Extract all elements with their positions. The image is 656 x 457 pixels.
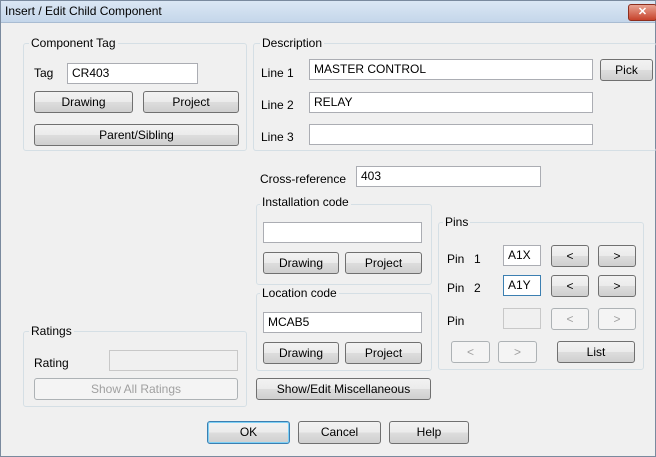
- pins-prev-button[interactable]: <: [451, 341, 490, 363]
- cross-reference-input[interactable]: 403: [356, 166, 541, 187]
- pin3-prev-button[interactable]: <: [551, 308, 589, 330]
- cross-reference-label: Cross-reference: [260, 172, 347, 186]
- location-drawing-button[interactable]: Drawing: [263, 342, 339, 364]
- installation-drawing-button[interactable]: Drawing: [263, 252, 339, 274]
- rating-input[interactable]: [109, 350, 238, 371]
- line1-input[interactable]: MASTER CONTROL: [309, 59, 593, 80]
- pin1-label: Pin: [447, 252, 465, 266]
- ratings-legend: Ratings: [29, 324, 74, 338]
- pins-next-button[interactable]: >: [498, 341, 537, 363]
- tag-drawing-button[interactable]: Drawing: [34, 91, 133, 113]
- pin2-next-button[interactable]: >: [598, 275, 636, 297]
- pin2-input[interactable]: A1Y: [503, 275, 541, 296]
- line3-label: Line 3: [261, 130, 294, 144]
- line2-input[interactable]: RELAY: [309, 92, 593, 113]
- tag-input[interactable]: CR403: [67, 63, 198, 84]
- pin2-number: 2: [474, 281, 481, 295]
- rating-label: Rating: [34, 356, 69, 370]
- pins-list-button[interactable]: List: [557, 341, 635, 363]
- close-icon[interactable]: ✕: [628, 4, 656, 21]
- location-code-legend: Location code: [260, 286, 339, 300]
- pin2-prev-button[interactable]: <: [551, 275, 589, 297]
- installation-code-input[interactable]: [263, 222, 422, 243]
- ok-button[interactable]: OK: [207, 421, 290, 444]
- pin1-input[interactable]: A1X: [503, 245, 541, 266]
- pin2-label: Pin: [447, 281, 465, 295]
- show-edit-miscellaneous-button[interactable]: Show/Edit Miscellaneous: [256, 378, 431, 400]
- installation-code-legend: Installation code: [260, 195, 351, 209]
- show-all-ratings-button[interactable]: Show All Ratings: [34, 378, 238, 400]
- pin3-label: Pin: [447, 314, 465, 328]
- location-code-input[interactable]: MCAB5: [263, 312, 422, 333]
- pin1-next-button[interactable]: >: [598, 245, 636, 267]
- installation-project-button[interactable]: Project: [345, 252, 422, 274]
- pin3-input[interactable]: [503, 308, 541, 329]
- description-legend: Description: [260, 36, 325, 50]
- pin3-next-button[interactable]: >: [598, 308, 636, 330]
- title-bar: Insert / Edit Child Component ✕: [1, 1, 656, 23]
- pins-legend: Pins: [443, 215, 471, 229]
- pick-button[interactable]: Pick: [600, 59, 653, 81]
- help-button[interactable]: Help: [389, 421, 469, 444]
- pin1-prev-button[interactable]: <: [551, 245, 589, 267]
- tag-project-button[interactable]: Project: [143, 91, 239, 113]
- window-title: Insert / Edit Child Component: [5, 4, 162, 18]
- line1-label: Line 1: [261, 66, 294, 80]
- line2-label: Line 2: [261, 98, 294, 112]
- location-project-button[interactable]: Project: [345, 342, 422, 364]
- cancel-button[interactable]: Cancel: [298, 421, 381, 444]
- tag-label: Tag: [34, 66, 54, 80]
- line3-input[interactable]: [309, 124, 593, 145]
- parent-sibling-button[interactable]: Parent/Sibling: [34, 124, 239, 146]
- component-tag-legend: Component Tag: [29, 36, 118, 50]
- dialog-window: Insert / Edit Child Component ✕ Componen…: [0, 0, 656, 457]
- pin1-number: 1: [474, 252, 481, 266]
